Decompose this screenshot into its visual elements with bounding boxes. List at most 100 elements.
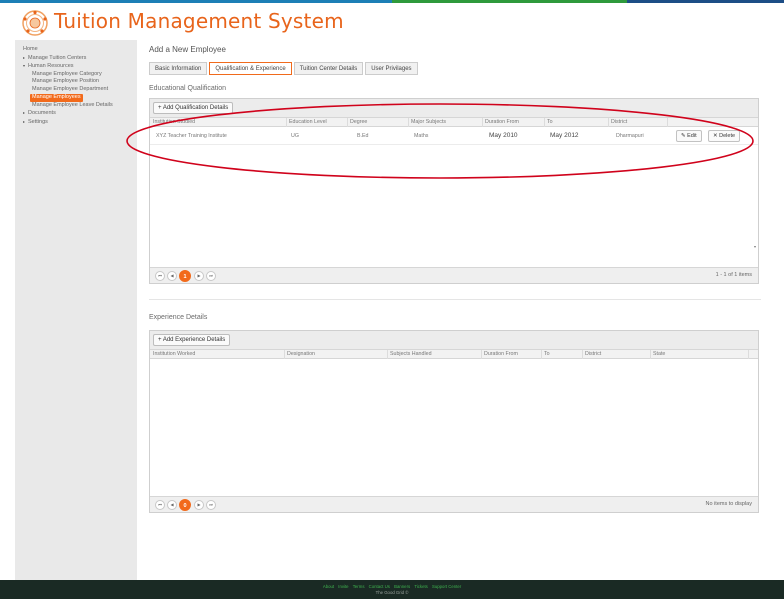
sidebar-item-label: Home [23,46,38,52]
footer-copyright: The Good Grid © [375,590,409,595]
sidebar-item-employee-leave-details[interactable]: Manage Employee Leave Details [23,102,137,110]
qualification-section-title: Educational Qualification [149,85,227,92]
sidebar-item-label: Manage Employee Category [32,70,102,77]
footer-link-about[interactable]: About [323,584,334,589]
app-title: Tuition Management System [54,9,344,33]
cell-major-subjects: Maths [414,133,429,139]
scroll-down-icon[interactable]: ▾ [754,244,756,249]
next-page-icon[interactable]: ▶ [194,271,204,281]
sidebar-item-documents[interactable]: ▸ Documents [23,109,137,118]
grid-header: Institution Studied Education Level Degr… [150,118,758,127]
first-page-icon[interactable]: ⏮ [155,271,165,281]
column-divider[interactable] [286,118,287,127]
pager-info: No items to display [705,501,752,507]
footer-link-support[interactable]: Support Center [432,584,461,589]
column-header[interactable]: Major Subjects [411,119,446,125]
column-header[interactable]: Duration From [484,351,518,357]
first-page-icon[interactable]: ⏮ [155,500,165,510]
column-divider[interactable] [582,350,583,359]
column-divider[interactable] [667,118,668,127]
sidebar-nav: Home ▸ Manage Tuition Centers ▾ Human Reso… [15,40,137,580]
sidebar-item-manage-tuition-centers[interactable]: ▸ Manage Tuition Centers [23,54,137,63]
cell-degree: B.Ed [357,133,369,139]
app-header: Tuition Management System [0,3,784,36]
qualification-grid: + Add Qualification Details Institution … [149,98,759,284]
footer-link-invite[interactable]: Invite [338,584,348,589]
tab-basic-information[interactable]: Basic Information [149,62,208,75]
prev-page-icon[interactable]: ◀ [167,500,177,510]
column-header[interactable]: Duration From [485,119,519,125]
column-divider[interactable] [481,350,482,359]
edit-button[interactable]: ✎ Edit [676,130,702,142]
prev-page-icon[interactable]: ◀ [167,271,177,281]
footer-links: About Invite Terms Contact Us Banners Ti… [0,580,784,589]
tab-qualification-experience[interactable]: Qualification & Experience [209,62,292,75]
footer-link-contact[interactable]: Contact Us [369,584,390,589]
sidebar-item-label: Manage Employee Leave Details [32,101,113,108]
column-header[interactable]: Education Level [289,119,327,125]
grid-pager: ⏮ ◀ 1 ▶ ⏭ 1 - 1 of 1 items [150,267,758,283]
grid-pager: ⏮ ◀ 0 ▶ ⏭ No items to display [150,496,758,512]
last-page-icon[interactable]: ⏭ [206,271,216,281]
column-divider[interactable] [284,350,285,359]
cell-duration-to: May 2012 [550,132,579,139]
column-divider[interactable] [650,350,651,359]
column-divider[interactable] [541,350,542,359]
column-header[interactable]: State [653,351,665,357]
next-page-icon[interactable]: ▶ [194,500,204,510]
column-header[interactable]: District [611,119,627,125]
delete-button[interactable]: ✕ Delete [708,130,741,142]
column-divider[interactable] [482,118,483,127]
column-header[interactable]: Subjects Handled [390,351,432,357]
column-header[interactable]: Designation [287,351,315,357]
add-qualification-button[interactable]: + Add Qualification Details [153,102,234,114]
sidebar-item-manage-employees[interactable]: Manage Employees [30,94,83,102]
column-divider[interactable] [748,350,749,359]
column-header[interactable]: To [547,119,553,125]
tab-tuition-center-details[interactable]: Tuition Center Details [293,62,364,75]
column-header[interactable]: To [544,351,550,357]
sidebar-item-label: Human Resources [28,63,74,69]
grid-body: XYZ Teacher Training Institute UG B.Ed M… [150,127,758,145]
sidebar-item-employee-position[interactable]: Manage Employee Position [23,78,137,86]
experience-grid: + Add Experience Details Institution Wor… [149,330,759,513]
column-divider[interactable] [387,350,388,359]
column-header[interactable]: Institution Studied [153,119,195,125]
column-header[interactable]: District [585,351,601,357]
sidebar-item-label: Manage Employee Position [32,78,99,84]
sidebar-item-home[interactable]: Home [23,46,137,54]
grid-toolbar: + Add Qualification Details [150,99,758,118]
last-page-icon[interactable]: ⏭ [206,500,216,510]
cell-duration-from: May 2010 [489,132,518,139]
column-header[interactable]: Degree [350,119,367,125]
footer-link-terms[interactable]: Terms [353,584,365,589]
grid-header: Institution Worked Designation Subjects … [150,350,758,359]
column-divider[interactable] [347,118,348,127]
column-header[interactable]: Institution Worked [153,351,195,357]
add-experience-button[interactable]: + Add Experience Details [153,334,231,346]
sidebar-item-label: Settings [28,118,48,125]
table-row[interactable]: XYZ Teacher Training Institute UG B.Ed M… [150,127,758,145]
sidebar-item-employee-category[interactable]: Manage Employee Category [23,71,137,79]
sidebar-item-settings[interactable]: ▸ Settings [23,118,137,127]
sidebar-item-label: Manage Employee Department [32,85,109,92]
column-divider[interactable] [544,118,545,127]
cell-education-level: UG [291,133,299,139]
cell-institution: XYZ Teacher Training Institute [156,133,227,139]
footer: About Invite Terms Contact Us Banners Ti… [0,580,784,599]
current-page-button[interactable]: 1 [179,270,191,282]
section-divider [149,299,761,300]
column-divider[interactable] [608,118,609,127]
sidebar-item-human-resources[interactable]: ▾ Human Resources [23,62,137,71]
current-page-button[interactable]: 0 [179,499,191,511]
page-title: Add a New Employee [149,45,226,54]
sidebar-item-label: Documents [28,110,56,116]
column-divider[interactable] [408,118,409,127]
sidebar-item-employee-department[interactable]: Manage Employee Department [23,86,137,94]
experience-section-title: Experience Details [149,314,208,321]
tab-user-privilages[interactable]: User Privilages [365,62,418,75]
footer-link-banners[interactable]: Banners [394,584,410,589]
pager-info: 1 - 1 of 1 items [715,272,752,278]
footer-link-tickets[interactable]: Tickets [414,584,427,589]
grid-toolbar: + Add Experience Details [150,331,758,350]
